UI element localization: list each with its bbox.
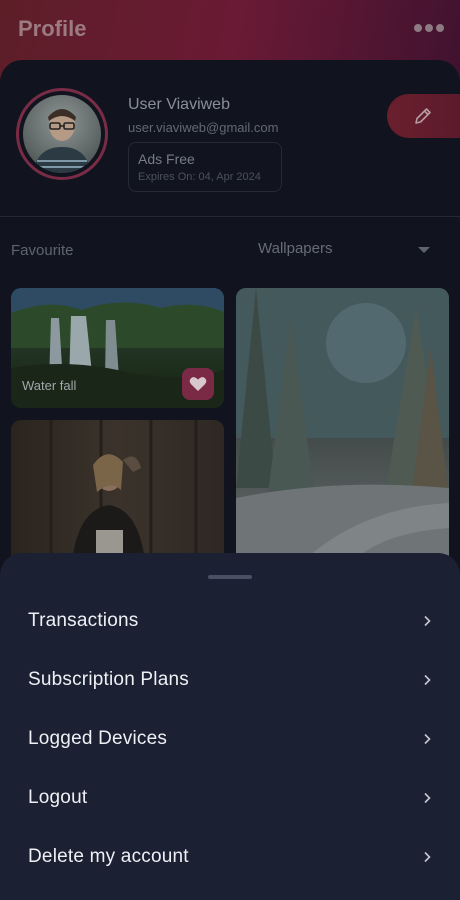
user-email: user.viaviweb@gmail.com bbox=[128, 120, 279, 135]
plan-expiry: Expires On: 04, Apr 2024 bbox=[138, 171, 261, 183]
chevron-right-icon bbox=[424, 674, 431, 686]
menu-item-label: Transactions bbox=[28, 610, 139, 631]
avatar[interactable] bbox=[16, 88, 108, 180]
chevron-right-icon bbox=[424, 792, 431, 804]
snow-forest-image bbox=[236, 288, 449, 568]
user-name: User Viaviweb bbox=[128, 96, 230, 113]
page-title: Profile bbox=[18, 16, 87, 41]
favourite-label: Favourite bbox=[11, 242, 74, 259]
wallpaper-card-snow-forest[interactable] bbox=[236, 288, 449, 568]
menu-item-label: Logout bbox=[28, 787, 88, 808]
menu-item-delete-account[interactable]: Delete my account bbox=[0, 831, 460, 883]
sheet-drag-handle[interactable] bbox=[208, 575, 252, 579]
favourite-toggle-button[interactable] bbox=[182, 368, 214, 400]
category-value: Wallpapers bbox=[258, 240, 333, 257]
menu-item-subscription-plans[interactable]: Subscription Plans bbox=[0, 654, 460, 706]
wallpaper-card-portrait[interactable] bbox=[11, 420, 224, 570]
menu-item-transactions[interactable]: Transactions bbox=[0, 595, 460, 647]
wallpaper-title: Water fall bbox=[22, 378, 77, 393]
edit-profile-button[interactable] bbox=[387, 94, 460, 138]
chevron-right-icon bbox=[424, 615, 431, 627]
portrait-image bbox=[49, 420, 198, 570]
wallpaper-card-waterfall[interactable]: Water fall bbox=[11, 288, 224, 408]
subscription-status: Ads Free Expires On: 04, Apr 2024 bbox=[128, 142, 282, 192]
bottom-sheet-menu: Transactions Subscription Plans Logged D… bbox=[0, 553, 460, 900]
menu-item-label: Subscription Plans bbox=[28, 669, 189, 690]
plan-title: Ads Free bbox=[138, 151, 195, 167]
pencil-icon bbox=[415, 108, 431, 124]
chevron-right-icon bbox=[424, 851, 431, 863]
menu-item-logout[interactable]: Logout bbox=[0, 772, 460, 824]
chevron-down-icon bbox=[418, 247, 430, 253]
menu-item-label: Logged Devices bbox=[28, 728, 168, 749]
menu-item-label: Delete my account bbox=[28, 846, 189, 867]
chevron-right-icon bbox=[424, 733, 431, 745]
heart-icon bbox=[189, 377, 207, 391]
more-horizontal-icon[interactable] bbox=[414, 21, 444, 35]
category-dropdown[interactable]: Wallpapers bbox=[258, 240, 438, 262]
menu-item-logged-devices[interactable]: Logged Devices bbox=[0, 713, 460, 765]
divider bbox=[0, 216, 460, 217]
